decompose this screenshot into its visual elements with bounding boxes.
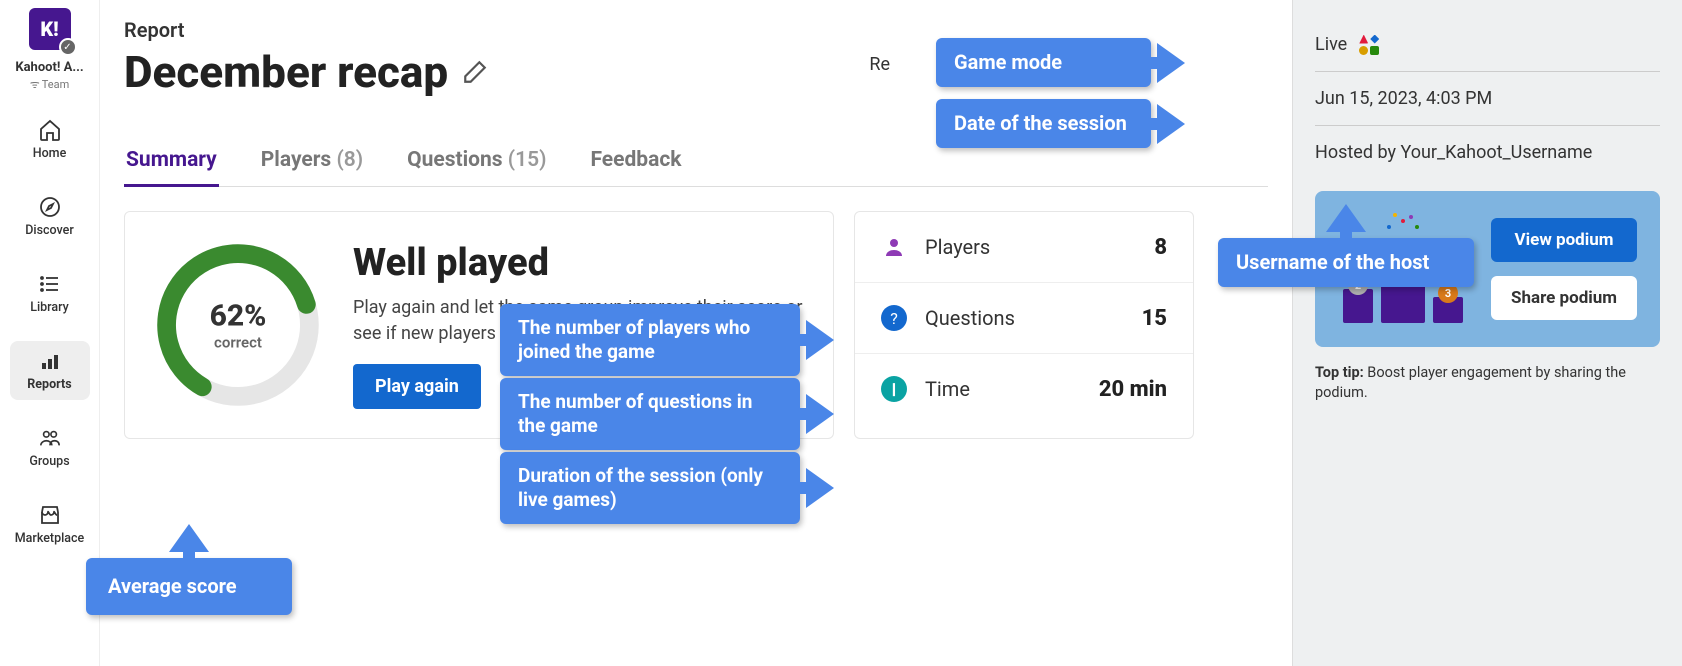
nav-label: Groups [29, 454, 69, 469]
info-datetime: Jun 15, 2023, 4:03 PM [1315, 72, 1660, 126]
info-mode: Live [1315, 18, 1660, 72]
list-icon [38, 272, 62, 296]
compass-icon [38, 195, 62, 219]
bar-chart-icon [38, 349, 62, 373]
people-icon [38, 426, 62, 450]
nav-label: Home [33, 146, 67, 161]
tab-questions[interactable]: Questions (15) [405, 138, 548, 186]
nav-library[interactable]: Library [10, 264, 90, 323]
nav-home[interactable]: Home [10, 110, 90, 169]
score-sublabel: correct [210, 334, 267, 352]
clock-icon: ❙ [881, 376, 907, 402]
info-host: Hosted by Your_Kahoot_Username [1315, 126, 1660, 179]
callout-players: The number of players who joined the gam… [500, 304, 800, 376]
kahoot-shapes-icon [1359, 35, 1379, 55]
callout-duration: Duration of the session (only live games… [500, 452, 800, 524]
session-info-panel: Live Jun 15, 2023, 4:03 PM Hosted by You… [1292, 0, 1682, 666]
nav-label: Marketplace [15, 531, 85, 546]
report-options-cutoff[interactable]: Re [869, 54, 890, 75]
callout-score: Average score [86, 558, 292, 615]
brand-label: Kahoot! A... [10, 60, 90, 75]
callout-questions: The number of questions in the game [500, 378, 800, 450]
mode-label: Live [1315, 34, 1347, 55]
stat-label: Time [925, 377, 1099, 401]
sidebar: K! ✓ Kahoot! A... ᯤTeam Home Discover Li… [0, 0, 100, 666]
tab-summary[interactable]: Summary [124, 138, 219, 186]
svg-text:3: 3 [1445, 287, 1451, 300]
nav-reports[interactable]: Reports [10, 341, 90, 400]
share-podium-button[interactable]: Share podium [1491, 276, 1637, 320]
stat-questions: ? Questions 15 [855, 283, 1193, 354]
stat-value: 8 [1154, 235, 1167, 260]
score-percent: 62% [210, 299, 267, 334]
home-icon [38, 118, 62, 142]
stat-time: ❙ Time 20 min [855, 354, 1193, 424]
stat-value: 20 min [1099, 377, 1167, 402]
stat-label: Players [925, 235, 1154, 259]
edit-icon[interactable] [462, 59, 488, 85]
player-icon [881, 234, 907, 260]
top-tip: Top tip: Boost player engagement by shar… [1315, 363, 1660, 404]
summary-headline: Well played [353, 241, 805, 285]
tab-players[interactable]: Players (8) [259, 138, 365, 186]
stat-label: Questions [925, 306, 1142, 330]
callout-host: Username of the host [1218, 238, 1474, 287]
score-donut: 62% correct [153, 240, 323, 410]
nav-label: Library [30, 300, 69, 315]
nav-marketplace[interactable]: Marketplace [10, 495, 90, 554]
store-icon [38, 503, 62, 527]
play-again-button[interactable]: Play again [353, 364, 481, 409]
brand-logo[interactable]: K! ✓ [29, 8, 71, 50]
team-label[interactable]: ᯤTeam [30, 77, 70, 92]
question-icon: ? [881, 305, 907, 331]
tab-feedback[interactable]: Feedback [588, 138, 683, 186]
nav-discover[interactable]: Discover [10, 187, 90, 246]
callout-game-mode: Game mode [936, 38, 1151, 87]
nav-groups[interactable]: Groups [10, 418, 90, 477]
nav-label: Reports [27, 377, 71, 392]
page-title: December recap [124, 46, 448, 98]
stat-value: 15 [1142, 306, 1167, 331]
view-podium-button[interactable]: View podium [1491, 218, 1637, 262]
callout-date: Date of the session [936, 99, 1151, 148]
verified-badge-icon: ✓ [59, 38, 77, 56]
stats-card: Players 8 ? Questions 15 ❙ Time 20 min [854, 211, 1194, 439]
nav-label: Discover [25, 223, 74, 238]
stat-players: Players 8 [855, 212, 1193, 283]
